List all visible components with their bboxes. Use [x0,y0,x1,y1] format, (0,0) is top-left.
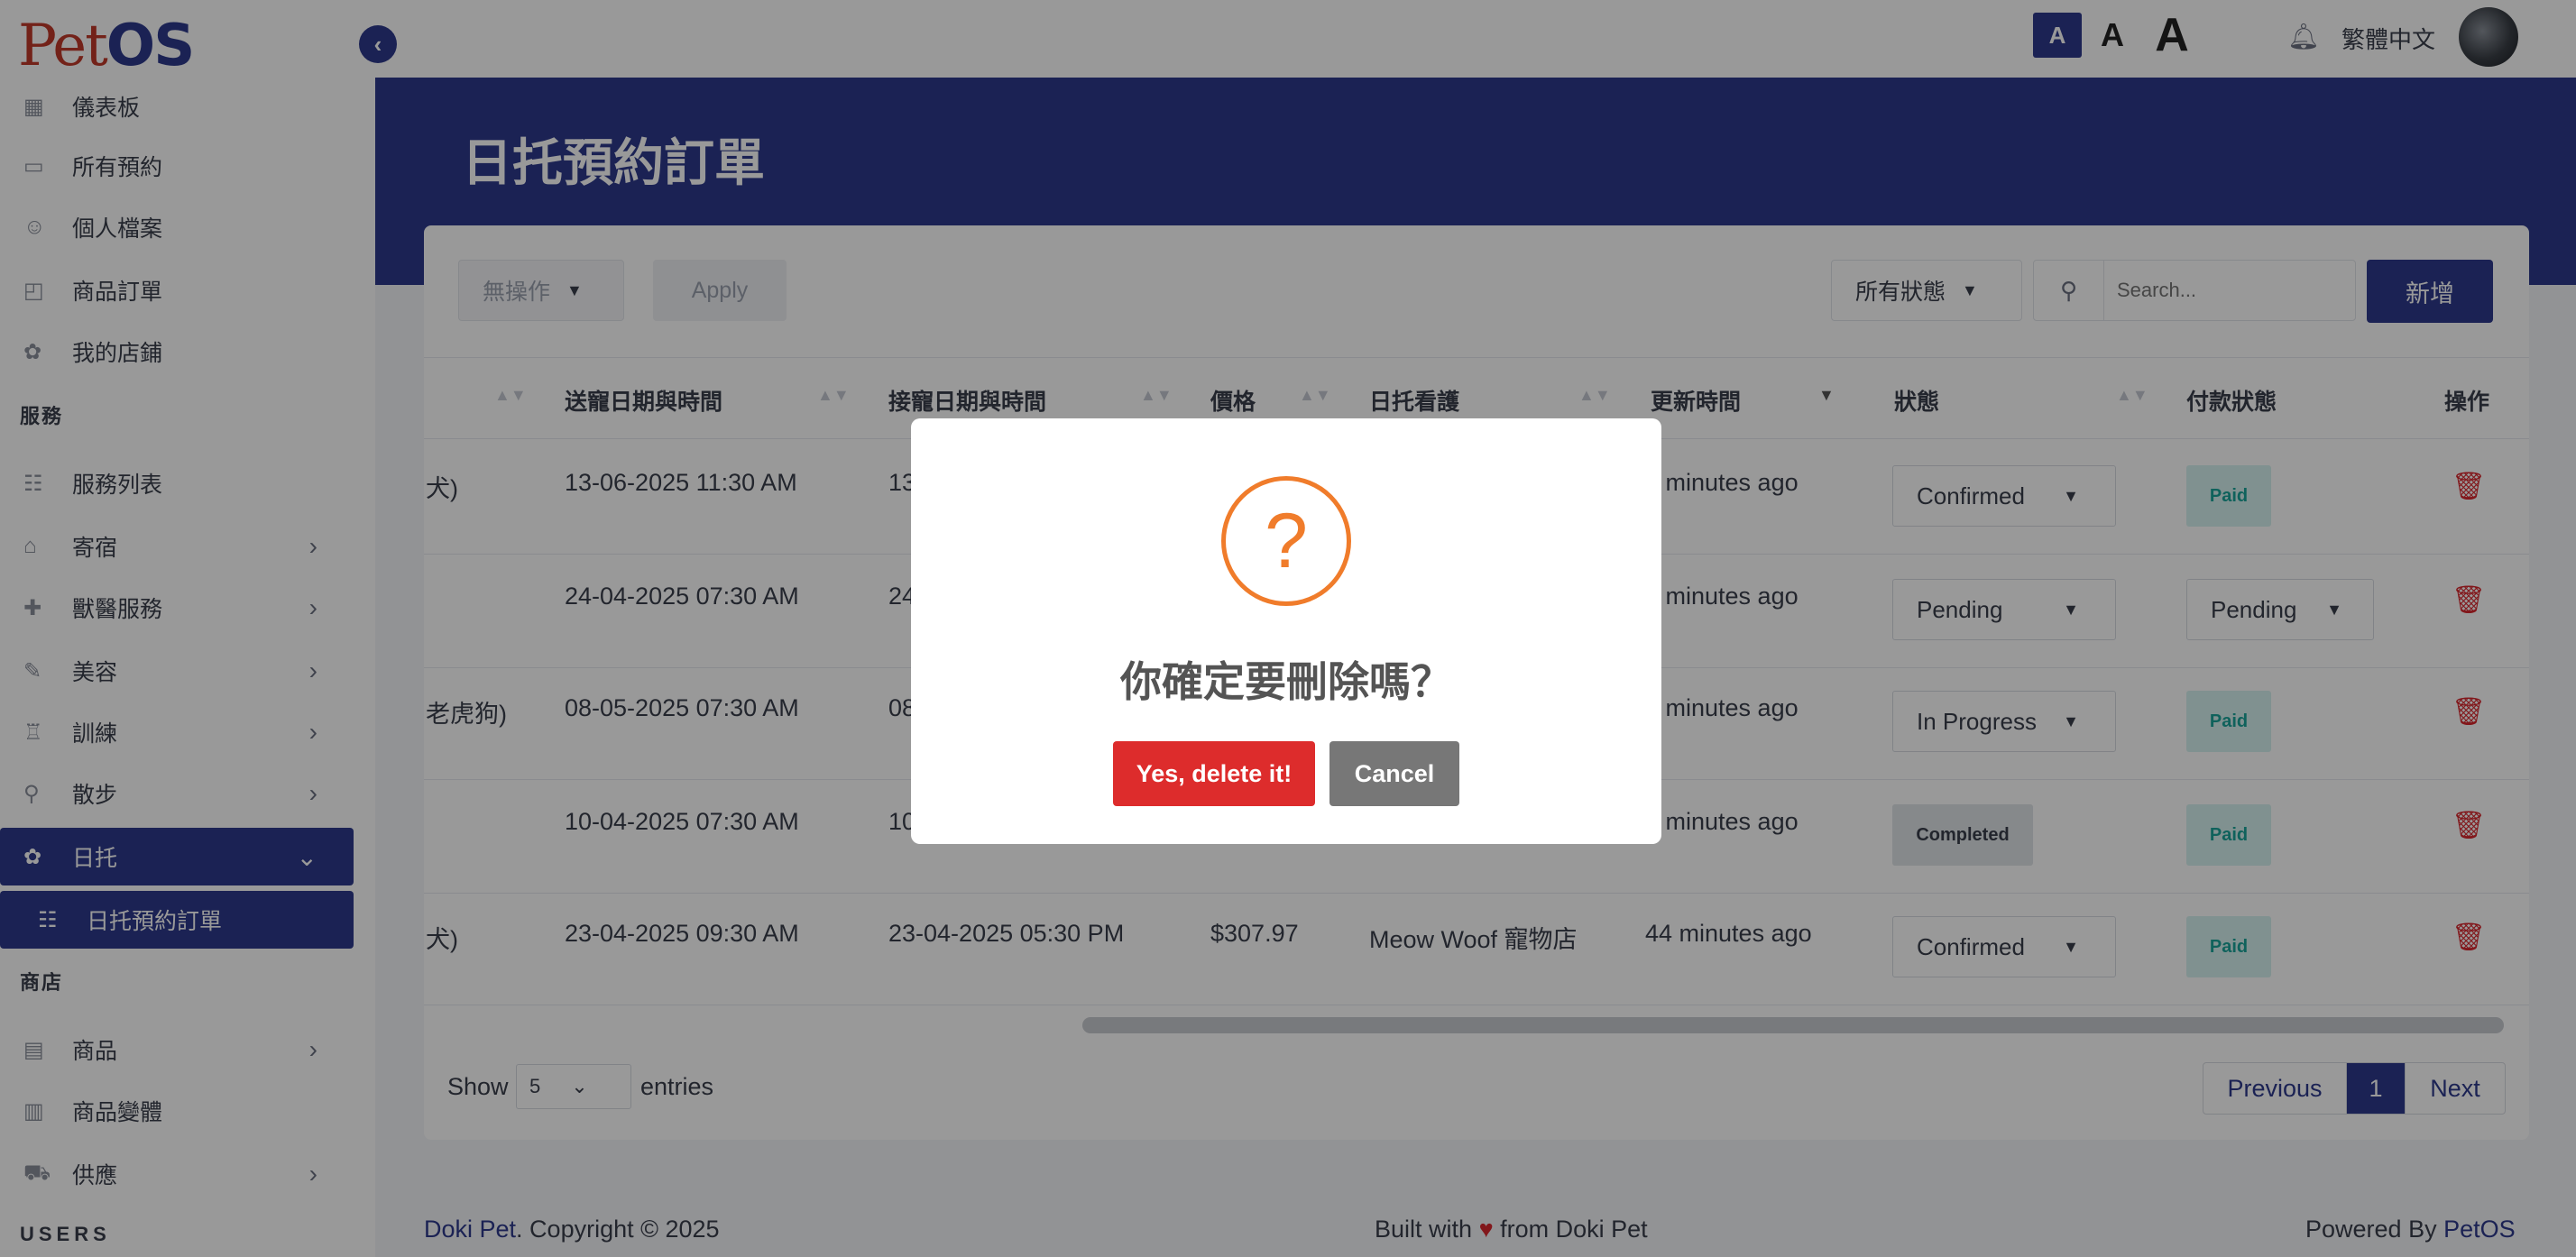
question-icon: ? [1221,476,1351,606]
cancel-button[interactable]: Cancel [1329,741,1459,806]
confirm-delete-dialog: ? 你確定要刪除嗎？ Yes, delete it! Cancel [911,418,1661,844]
confirm-delete-button[interactable]: Yes, delete it! [1113,741,1315,806]
dialog-title: 你確定要刪除嗎？ [1120,658,1452,705]
